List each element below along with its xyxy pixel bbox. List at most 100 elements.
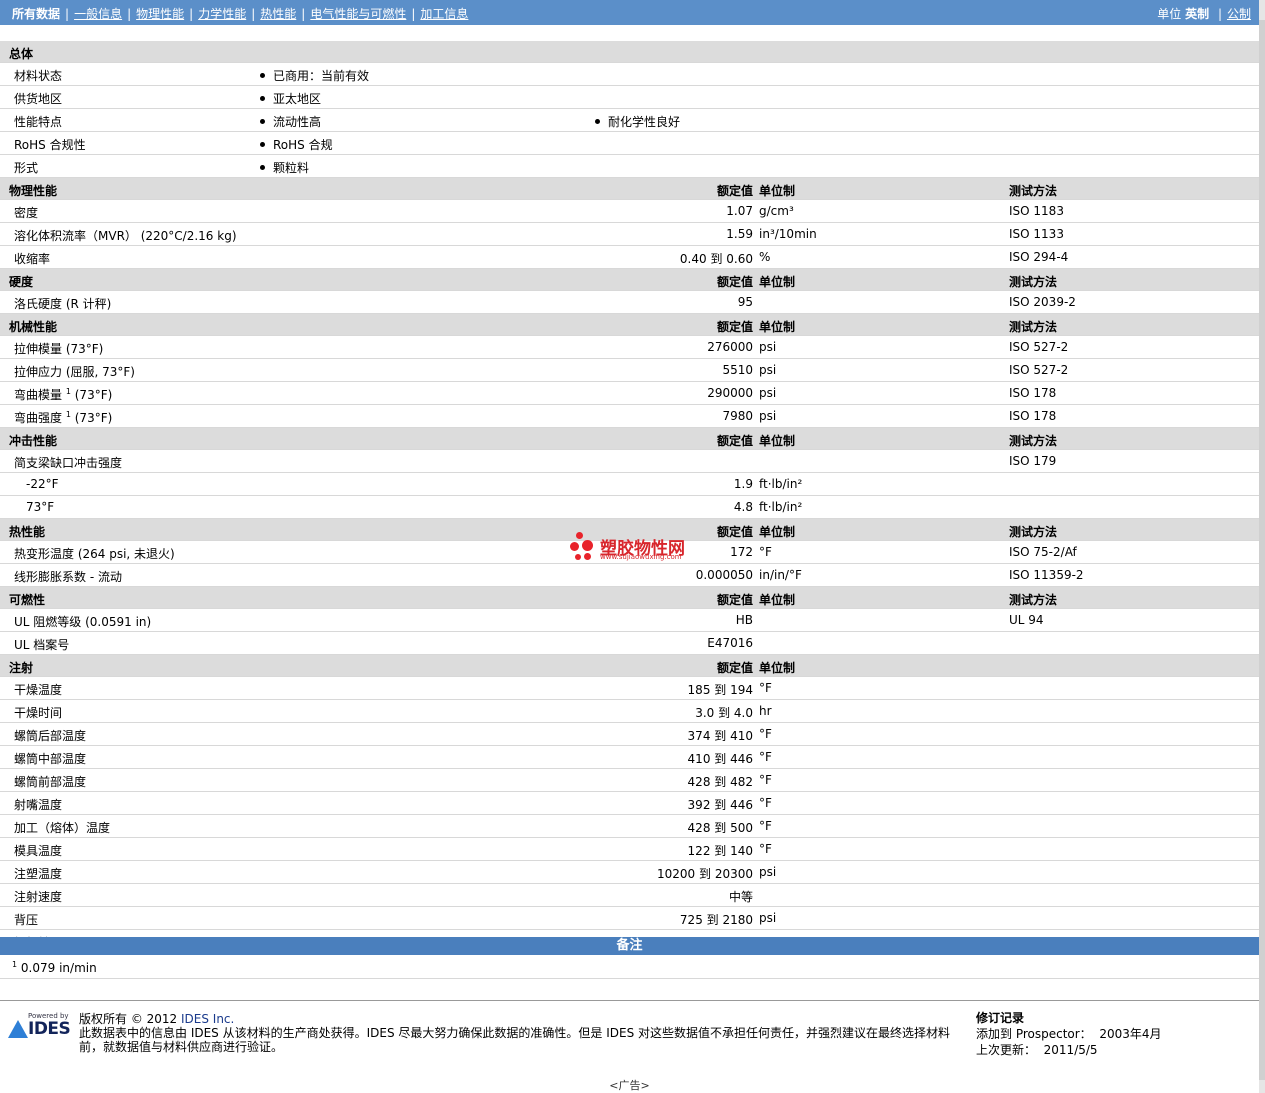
general-row: 材料状态 已商用：当前有效 bbox=[0, 63, 1259, 86]
property-name: 螺筒后部温度 bbox=[14, 727, 86, 744]
bullet-icon bbox=[595, 119, 600, 124]
physical-row: 密度 1.07 g/cm³ ISO 1183 bbox=[0, 200, 1259, 223]
notes-header: 备注 bbox=[0, 937, 1259, 955]
property-name: 线形膨胀系数 - 流动 bbox=[14, 568, 122, 585]
nominal-value: 0.40 到 0.60 bbox=[679, 252, 753, 266]
property-name: 供货地区 bbox=[14, 92, 63, 106]
section-title: 可燃性 bbox=[9, 593, 46, 607]
nav-tab-0[interactable]: 所有数据 bbox=[12, 7, 60, 21]
unit-label: 单位 bbox=[1157, 7, 1182, 21]
section-title: 注射 bbox=[9, 661, 34, 675]
scrollbar-thumb[interactable] bbox=[1259, 20, 1265, 1080]
added-value: 2003年4月 bbox=[1099, 1027, 1162, 1041]
divider bbox=[0, 978, 1259, 979]
property-name: 拉伸应力 (屈服, 73°F) bbox=[14, 363, 135, 380]
injection-row: 背压 725 到 2180 psi bbox=[0, 907, 1259, 930]
note-item: 1 0.079 in/min bbox=[12, 960, 97, 975]
bullet-text: RoHS 合规 bbox=[273, 138, 333, 152]
bullet-icon bbox=[260, 165, 265, 170]
property-name: 73°F bbox=[26, 500, 54, 514]
property-label: 弯曲强度 bbox=[14, 411, 63, 425]
property-label: UL 档案号 bbox=[14, 638, 70, 652]
nominal-value: 3.0 到 4.0 bbox=[695, 706, 753, 720]
revision-title: 修订记录 bbox=[976, 1011, 1025, 1025]
property-name: 弯曲模量 1 (73°F) bbox=[14, 386, 112, 403]
property-name: 性能特点 bbox=[14, 115, 63, 129]
ides-logo: Powered by IDES bbox=[6, 1012, 71, 1040]
section-header-hardness: 硬度 额定值 单位制 测试方法 bbox=[0, 269, 1259, 291]
column-header-unit: 单位制 bbox=[759, 275, 796, 289]
column-header-test: 测试方法 bbox=[1009, 593, 1058, 607]
column-header-unit: 单位制 bbox=[759, 525, 796, 539]
hardness-row: 洛氏硬度 (R 计秤) 95 ISO 2039-2 bbox=[0, 291, 1259, 314]
nominal-value: 0.000050 bbox=[695, 568, 753, 582]
ides-company-link[interactable]: IDES Inc. bbox=[181, 1012, 234, 1026]
test-method: ISO 179 bbox=[1009, 454, 1057, 468]
section-title: 热性能 bbox=[9, 525, 46, 539]
property-label: 弯曲模量 bbox=[14, 388, 63, 402]
test-method: ISO 178 bbox=[1009, 409, 1057, 423]
test-method: ISO 294-4 bbox=[1009, 250, 1069, 264]
column-header-unit: 单位制 bbox=[759, 184, 796, 198]
nav-tab-6[interactable]: 加工信息 bbox=[420, 7, 468, 21]
nominal-value: 172 bbox=[730, 545, 753, 559]
nav-tab-1[interactable]: 一般信息 bbox=[74, 7, 122, 21]
nominal-value: 1.07 bbox=[726, 204, 753, 218]
unit-metric-link[interactable]: 公制 bbox=[1227, 7, 1251, 21]
nav-tab-5[interactable]: 电气性能与可燃性 bbox=[310, 7, 406, 21]
column-header-unit: 单位制 bbox=[759, 661, 796, 675]
unit-value: in/in/°F bbox=[759, 568, 802, 582]
bullet-text: 已商用：当前有效 bbox=[273, 69, 370, 83]
note-text: 0.079 in/min bbox=[20, 961, 97, 975]
unit-value: psi bbox=[759, 340, 777, 354]
unit-value: °F bbox=[759, 842, 772, 856]
mechanical-row: 拉伸应力 (屈服, 73°F) 5510 psi ISO 527-2 bbox=[0, 359, 1259, 382]
added-label: 添加到 Prospector： bbox=[976, 1027, 1092, 1041]
property-name: 拉伸模量 (73°F) bbox=[14, 340, 103, 357]
property-name: 干燥温度 bbox=[14, 681, 62, 698]
test-method: UL 94 bbox=[1009, 613, 1044, 627]
datasheet-table: 总体 材料状态 已商用：当前有效 供货地区 亚太地区 性能特点 流动性高 耐化学性良好 RoHS… bbox=[0, 41, 1259, 953]
property-name: 热变形温度 (264 psi, 未退火) bbox=[14, 545, 175, 562]
section-header-mechanical: 机械性能 额定值 单位制 测试方法 bbox=[0, 314, 1259, 336]
test-method: ISO 527-2 bbox=[1009, 340, 1069, 354]
unit-value: psi bbox=[759, 386, 777, 400]
column-header-unit: 单位制 bbox=[759, 434, 796, 448]
property-bullet-value: 耐化学性良好 bbox=[595, 113, 680, 130]
unit-value: g/cm³ bbox=[759, 204, 794, 218]
unit-english-option[interactable]: 英制 bbox=[1185, 7, 1209, 21]
property-name: 加工（熔体）温度 bbox=[14, 819, 110, 836]
nominal-value: 122 到 140 bbox=[687, 844, 753, 858]
thermal-row: 线形膨胀系数 - 流动 0.000050 in/in/°F ISO 11359-2 bbox=[0, 564, 1259, 587]
bullet-text: 颗粒料 bbox=[273, 161, 310, 175]
nav-separator: | bbox=[301, 7, 306, 21]
unit-value: °F bbox=[759, 727, 772, 741]
property-name: 干燥时间 bbox=[14, 704, 62, 721]
property-name: 背压 bbox=[14, 911, 38, 928]
nav-tab-4[interactable]: 热性能 bbox=[260, 7, 296, 21]
nominal-value: 5510 bbox=[722, 363, 753, 377]
vertical-scrollbar[interactable] bbox=[1259, 0, 1265, 1093]
top-nav-bar: 所有数据 | 一般信息 | 物理性能 | 力学性能 | 热性能 | 电气性能与可燃性 | 加工信息 单位… bbox=[0, 0, 1259, 25]
property-name: 材料状态 bbox=[14, 69, 63, 83]
nominal-value: 410 到 446 bbox=[687, 752, 753, 766]
property-label: 模具温度 bbox=[14, 844, 63, 858]
injection-row: 干燥时间 3.0 到 4.0 hr bbox=[0, 700, 1259, 723]
test-method: ISO 178 bbox=[1009, 386, 1057, 400]
unit-value: °F bbox=[759, 750, 772, 764]
property-bullet-value: 已商用：当前有效 bbox=[260, 67, 369, 84]
property-name: 洛氏硬度 (R 计秤) bbox=[14, 295, 111, 312]
nav-tab-3[interactable]: 力学性能 bbox=[198, 7, 246, 21]
nav-separator: | bbox=[251, 7, 256, 21]
property-name: 简支梁缺口冲击强度 bbox=[14, 454, 122, 471]
nav-tab-2[interactable]: 物理性能 bbox=[136, 7, 184, 21]
ides-logo-text: IDES bbox=[28, 1019, 71, 1039]
column-header-nominal: 额定值 bbox=[716, 593, 753, 607]
physical-row: 溶化体积流率（MVR） (220°C/2.16 kg) 1.59 in³/10min… bbox=[0, 223, 1259, 246]
bullet-text: 亚太地区 bbox=[273, 92, 322, 106]
unit-value: hr bbox=[759, 704, 772, 718]
column-header-unit: 单位制 bbox=[759, 593, 796, 607]
bullet-icon bbox=[260, 119, 265, 124]
watermark: 塑胶物性网 www.sujiaowuxing.com bbox=[570, 530, 700, 566]
injection-row: 注射速度 中等 bbox=[0, 884, 1259, 907]
